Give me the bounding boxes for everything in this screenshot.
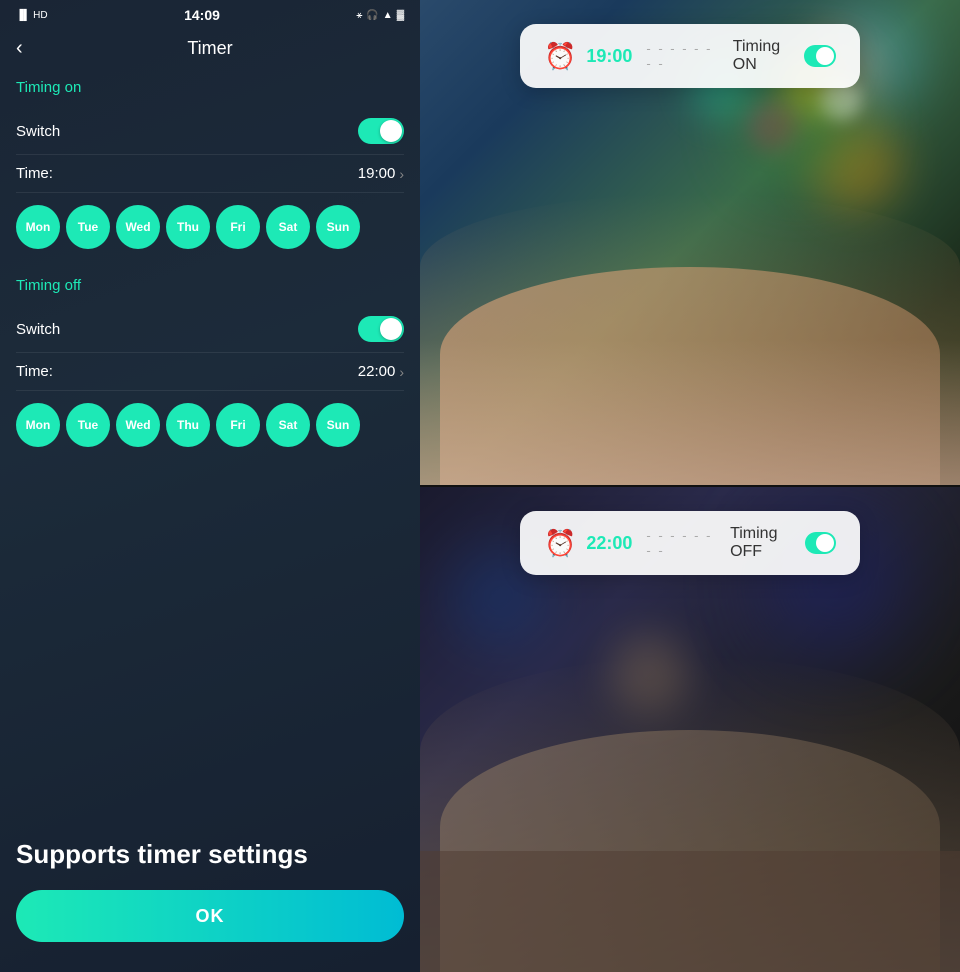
time-on-chevron: › — [399, 166, 404, 182]
phone-panel: ▐▌ HD 14:09 ⚹ 🎧 ▲ ▓ ‹ Timer Timing on Sw… — [0, 0, 420, 972]
timing-on-switch-label: Switch — [16, 123, 60, 140]
day-thu-off[interactable]: Thu — [166, 403, 210, 447]
day-thu-on[interactable]: Thu — [166, 205, 210, 249]
right-panel: ⏰ 19:00 - - - - - - - - Timing ON ⏰ 22:0… — [420, 0, 960, 972]
timing-off-toggle[interactable] — [358, 316, 404, 342]
day-fri-on[interactable]: Fri — [216, 205, 260, 249]
timing-on-days: Mon Tue Wed Thu Fri Sat Sun — [16, 193, 404, 261]
day-sat-off[interactable]: Sat — [266, 403, 310, 447]
day-mon-on[interactable]: Mon — [16, 205, 60, 249]
headphone-icon: 🎧 — [366, 10, 378, 21]
day-fri-off[interactable]: Fri — [216, 403, 260, 447]
timing-on-title: Timing on — [16, 79, 404, 96]
header: ‹ Timer — [0, 28, 420, 69]
wifi-icon: ▲ — [383, 10, 393, 21]
scene-top: ⏰ 19:00 - - - - - - - - Timing ON — [420, 0, 960, 485]
timing-on-time-value: 19:00 › — [358, 165, 404, 182]
timer-card-off: ⏰ 22:00 - - - - - - - - Timing OFF — [520, 511, 860, 575]
card-on-toggle — [804, 45, 836, 67]
ok-button[interactable]: OK — [16, 890, 404, 942]
timing-off-switch-label: Switch — [16, 321, 60, 338]
back-button[interactable]: ‹ — [16, 37, 23, 60]
battery-icon: ▓ — [397, 10, 404, 21]
status-bar: ▐▌ HD 14:09 ⚹ 🎧 ▲ ▓ — [0, 0, 420, 28]
day-wed-off[interactable]: Wed — [116, 403, 160, 447]
card-off-toggle — [805, 532, 836, 554]
timing-on-toggle[interactable] — [358, 118, 404, 144]
status-time: 14:09 — [184, 7, 220, 23]
timing-off-title: Timing off — [16, 277, 404, 294]
day-sun-on[interactable]: Sun — [316, 205, 360, 249]
day-sat-on[interactable]: Sat — [266, 205, 310, 249]
bluetooth-icon: ⚹ — [356, 10, 362, 21]
supports-text: Supports timer settings — [16, 839, 404, 870]
timing-off-time-value: 22:00 › — [358, 363, 404, 380]
day-sun-off[interactable]: Sun — [316, 403, 360, 447]
page-title: Timer — [187, 38, 232, 59]
scene-bottom: ⏰ 22:00 - - - - - - - - Timing OFF — [420, 487, 960, 972]
card-on-label: Timing ON — [733, 38, 794, 74]
timing-on-time-row[interactable]: Time: 19:00 › — [16, 155, 404, 193]
clock-off-icon: ⏰ — [544, 528, 576, 559]
hd-badge: HD — [33, 10, 47, 21]
status-left: ▐▌ HD — [16, 10, 48, 21]
day-mon-off[interactable]: Mon — [16, 403, 60, 447]
timing-off-time-label: Time: — [16, 363, 53, 380]
card-off-label: Timing OFF — [730, 525, 795, 561]
card-on-dashes: - - - - - - - - — [646, 41, 718, 71]
day-tue-off[interactable]: Tue — [66, 403, 110, 447]
timing-off-time-row[interactable]: Time: 22:00 › — [16, 353, 404, 391]
card-off-dashes: - - - - - - - - — [646, 528, 716, 558]
timer-card-on: ⏰ 19:00 - - - - - - - - Timing ON — [520, 24, 860, 88]
bottom-area: Supports timer settings OK — [0, 819, 420, 972]
timing-on-switch-row: Switch — [16, 108, 404, 155]
timing-off-switch-row: Switch — [16, 306, 404, 353]
card-on-time: 19:00 — [586, 46, 632, 67]
status-right: ⚹ 🎧 ▲ ▓ — [356, 10, 404, 21]
time-off-chevron: › — [399, 364, 404, 380]
content-area: Timing on Switch Time: 19:00 › Mon Tue W… — [0, 69, 420, 819]
timing-on-time-label: Time: — [16, 165, 53, 182]
card-off-time: 22:00 — [586, 533, 632, 554]
signal-icon: ▐▌ — [16, 10, 30, 21]
timing-off-days: Mon Tue Wed Thu Fri Sat Sun — [16, 391, 404, 459]
clock-on-icon: ⏰ — [544, 41, 576, 72]
day-tue-on[interactable]: Tue — [66, 205, 110, 249]
day-wed-on[interactable]: Wed — [116, 205, 160, 249]
